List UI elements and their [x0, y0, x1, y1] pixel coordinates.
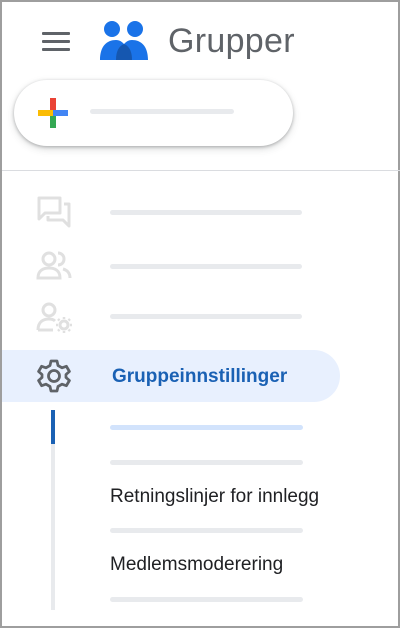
nav-label-placeholder	[110, 210, 302, 215]
menu-icon-line	[42, 48, 70, 51]
subnav-rail-indicator	[51, 410, 55, 444]
menu-icon-line	[42, 40, 70, 43]
subnav-item-placeholder[interactable]	[110, 528, 303, 533]
people-icon	[36, 251, 72, 280]
groups-logo-icon[interactable]	[98, 16, 150, 66]
forum-icon	[37, 196, 71, 228]
subnav-item-posting-guidelines[interactable]: Retningslinjer for innlegg	[110, 486, 319, 508]
main-menu-button[interactable]	[36, 26, 76, 58]
subnav-item-member-moderation[interactable]: Medlemsmoderering	[110, 554, 283, 576]
plus-icon	[38, 98, 68, 128]
subnav-item-active-placeholder[interactable]	[110, 425, 303, 430]
create-button[interactable]	[14, 80, 293, 146]
nav-item-group-settings[interactable]: Gruppeinnstillinger	[2, 350, 340, 402]
create-label-placeholder	[90, 109, 234, 114]
nav-item-manage-members[interactable]	[2, 292, 342, 344]
subnav-item-placeholder[interactable]	[110, 597, 303, 602]
manage-accounts-icon	[36, 302, 72, 333]
nav-label-placeholder	[110, 264, 302, 269]
app-title: Grupper	[168, 22, 295, 60]
menu-icon	[42, 32, 70, 35]
divider	[2, 170, 400, 171]
nav-item-conversations[interactable]	[2, 186, 342, 238]
gear-icon	[37, 359, 71, 393]
nav-item-members[interactable]	[2, 240, 342, 292]
nav-item-label: Gruppeinnstillinger	[112, 366, 288, 387]
app-window: Grupper Gruppeinnstillinger Retningslinj…	[0, 0, 400, 628]
nav-label-placeholder	[110, 314, 302, 319]
subnav-item-placeholder[interactable]	[110, 460, 303, 465]
